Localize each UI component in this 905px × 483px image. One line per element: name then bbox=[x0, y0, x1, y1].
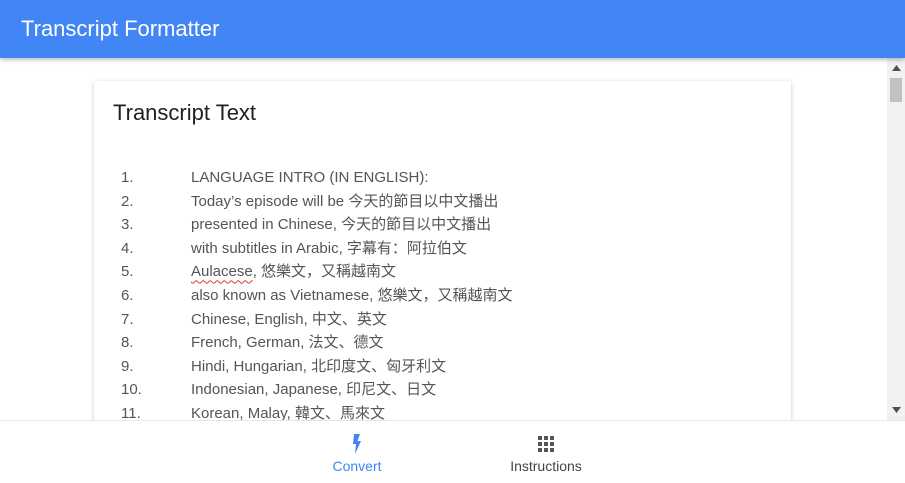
transcript-card: Transcript Text 1. LANGUAGE INTRO (IN EN… bbox=[94, 81, 791, 420]
line-number: 2. bbox=[121, 192, 134, 210]
transcript-line: 6. also known as Vietnamese, 悠樂文，又稱越南文 bbox=[94, 284, 791, 308]
transcript-line: 1. LANGUAGE INTRO (IN ENGLISH): bbox=[94, 166, 791, 190]
line-text: LANGUAGE INTRO (IN ENGLISH): bbox=[191, 169, 429, 186]
line-text: Today’s episode will be 今天的節目以中文播出 bbox=[191, 192, 499, 210]
app-bar: Transcript Formatter bbox=[0, 0, 905, 58]
line-number: 9. bbox=[121, 357, 134, 375]
transcript-line: 10. Indonesian, Japanese, 印尼文、日文 bbox=[94, 378, 791, 402]
nav-instructions[interactable]: Instructions bbox=[496, 421, 596, 483]
line-text-group: Aulacese, 悠樂文，又稱越南文 bbox=[191, 260, 396, 284]
nav-convert[interactable]: Convert bbox=[317, 421, 397, 483]
line-text: Hindi, Hungarian, 北印度文、匈牙利文 bbox=[191, 357, 447, 375]
transcript-text[interactable]: 1. LANGUAGE INTRO (IN ENGLISH): 2. Today… bbox=[94, 166, 791, 420]
line-number: 7. bbox=[121, 310, 134, 328]
line-text: presented in Chinese, 今天的節目以中文播出 bbox=[191, 216, 492, 234]
lightning-bolt-icon bbox=[353, 434, 361, 454]
main-content[interactable]: Transcript Text 1. LANGUAGE INTRO (IN EN… bbox=[0, 58, 887, 420]
triangle-up-icon bbox=[891, 65, 901, 71]
scroll-down-button[interactable] bbox=[887, 402, 905, 418]
scroll-thumb[interactable] bbox=[890, 78, 902, 102]
line-text: Chinese, English, 中文、英文 bbox=[191, 310, 387, 328]
card-title: Transcript Text bbox=[113, 100, 257, 125]
line-text: French, German, 法文、德文 bbox=[191, 334, 384, 352]
grid-icon bbox=[538, 436, 554, 452]
nav-instructions-label: Instructions bbox=[510, 458, 582, 474]
line-number: 10. bbox=[121, 381, 142, 399]
nav-convert-label: Convert bbox=[332, 458, 382, 474]
triangle-down-icon bbox=[891, 407, 901, 413]
transcript-line: 8. French, German, 法文、德文 bbox=[94, 331, 791, 355]
line-number: 8. bbox=[121, 334, 134, 352]
transcript-line: 11. Korean, Malay, 韓文、馬來文 bbox=[94, 402, 791, 420]
line-number: 11. bbox=[121, 404, 141, 420]
line-text: Korean, Malay, 韓文、馬來文 bbox=[191, 404, 385, 420]
line-number: 3. bbox=[121, 216, 134, 234]
transcript-line: 9. Hindi, Hungarian, 北印度文、匈牙利文 bbox=[94, 355, 791, 379]
vertical-scrollbar[interactable] bbox=[887, 58, 905, 420]
line-number: 1. bbox=[121, 169, 134, 186]
bottom-navigation: Convert Instructions bbox=[0, 420, 905, 483]
line-text: , 悠樂文，又稱越南文 bbox=[252, 263, 397, 281]
transcript-line: 3. presented in Chinese, 今天的節目以中文播出 bbox=[94, 213, 791, 237]
transcript-line: 2. Today’s episode will be 今天的節目以中文播出 bbox=[94, 190, 791, 214]
transcript-line: 7. Chinese, English, 中文、英文 bbox=[94, 308, 791, 332]
misspelled-word[interactable]: Aulacese bbox=[191, 263, 253, 280]
line-text: with subtitles in Arabic, 字幕有：阿拉伯文 bbox=[191, 239, 467, 257]
line-number: 6. bbox=[121, 286, 134, 304]
transcript-line: 4. with subtitles in Arabic, 字幕有：阿拉伯文 bbox=[94, 237, 791, 261]
line-number: 5. bbox=[121, 263, 134, 281]
app-title: Transcript Formatter bbox=[21, 16, 220, 41]
transcript-line: 5. Aulacese, 悠樂文，又稱越南文 bbox=[94, 260, 791, 284]
line-text: Indonesian, Japanese, 印尼文、日文 bbox=[191, 381, 437, 399]
line-text: also known as Vietnamese, 悠樂文，又稱越南文 bbox=[191, 286, 513, 304]
scroll-up-button[interactable] bbox=[887, 60, 905, 76]
line-number: 4. bbox=[121, 239, 134, 257]
